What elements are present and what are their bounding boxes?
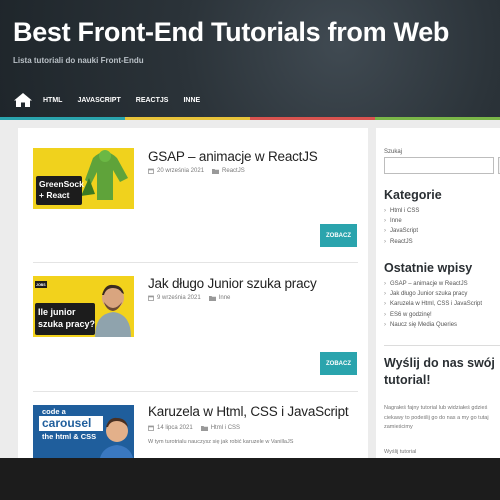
recent-post-link[interactable]: Karuzela w Html, CSS i JavaScript: [384, 301, 482, 311]
recent-posts-list: GSAP – animacje w ReactJS Jak długo Juni…: [384, 281, 482, 332]
category-link[interactable]: Inne: [384, 218, 419, 228]
submit-tutorial-text-line: ciekawy to podeślij go do nas a my go tu…: [384, 414, 489, 421]
category-link[interactable]: JavaScript: [384, 228, 419, 238]
post-thumbnail[interactable]: code a carousel the html & CSS: [33, 405, 134, 458]
recent-posts-title: Ostatnie wpisy: [384, 261, 473, 275]
stripe-segment: [0, 117, 125, 120]
thumb-caption: Ile junior szuka pracy?: [38, 307, 95, 330]
submit-tutorial-title-line: tutorial!: [384, 373, 431, 387]
stripe-segment: [125, 117, 250, 120]
post-date: 9 września 2021: [157, 295, 201, 301]
folder-icon: [200, 426, 208, 431]
post-divider: [33, 391, 358, 392]
post-list: GreenSock + React GSAP – animacje w Reac…: [18, 128, 368, 458]
nav-item-reactjs[interactable]: REACTJS: [136, 97, 169, 104]
sidebar: Szukaj Kategorie Html i CSS Inne JavaScr…: [376, 128, 500, 458]
post-thumbnail[interactable]: JOBS Ile junior szuka pracy?: [33, 276, 134, 337]
thumb-caption-line: szuka pracy?: [38, 318, 96, 329]
search-label: Szukaj: [384, 149, 403, 155]
post-date: 20 września 2021: [157, 168, 205, 174]
calendar-icon: [148, 168, 154, 174]
submit-tutorial-title: Wyślij do nas swój tutorial!: [384, 355, 495, 389]
recent-post-link[interactable]: Naucz się Media Queries: [384, 322, 482, 332]
categories-title: Kategorie: [384, 188, 442, 202]
site-header: Best Front-End Tutorials from Web Lista …: [0, 0, 500, 117]
category-link[interactable]: ReactJS: [384, 239, 419, 249]
submit-tutorial-text-line: Nagrałeś fajny tutorial lub widziałeś gd…: [384, 405, 488, 411]
stripe-segment: [375, 117, 500, 120]
jobs-badge: JOBS: [36, 282, 46, 287]
recent-post-link[interactable]: Jak długo Junior szuka pracy: [384, 291, 482, 301]
post-title[interactable]: GSAP – animacje w ReactJS: [148, 149, 318, 164]
read-more-button[interactable]: ZOBACZ: [320, 352, 357, 375]
post-date: 14 lipca 2021: [157, 425, 193, 431]
sidebar-divider: [384, 345, 500, 346]
post-thumbnail[interactable]: GreenSock + React: [33, 148, 134, 209]
post-title[interactable]: Karuzela w Html, CSS i JavaScript: [148, 404, 349, 419]
calendar-icon: [148, 295, 154, 301]
thumb-caption-line: + React: [39, 189, 70, 200]
home-icon[interactable]: [13, 92, 33, 108]
main-nav: HTML JAVASCRIPT REACTJS INNE: [13, 92, 215, 108]
read-more-button[interactable]: ZOBACZ: [320, 224, 357, 247]
browser-viewport: Best Front-End Tutorials from Web Lista …: [0, 0, 500, 458]
post-meta: 20 września 2021 ReactJS: [148, 168, 245, 174]
post-meta: 14 lipca 2021 Html i CSS: [148, 425, 240, 431]
category-link[interactable]: Html i CSS: [384, 208, 419, 218]
submit-tutorial-label: Wyślij tutorial: [384, 449, 417, 455]
site-title[interactable]: Best Front-End Tutorials from Web: [13, 17, 449, 48]
post-category[interactable]: Inne: [219, 295, 231, 301]
submit-tutorial-text-line: zamieścimy: [384, 424, 413, 430]
search-input[interactable]: [384, 157, 494, 174]
thumb-caption-line: carousel: [42, 416, 92, 430]
thumb-caption-line: GreenSock: [39, 179, 84, 189]
color-stripe: [0, 117, 500, 120]
nav-item-html[interactable]: HTML: [43, 97, 62, 104]
folder-icon: [212, 169, 220, 174]
bottom-bar: [0, 458, 500, 500]
post-category[interactable]: Html i CSS: [211, 425, 240, 431]
thumb-caption: GreenSock + React: [39, 179, 84, 200]
submit-tutorial-title-line: Wyślij do nas swój: [384, 356, 495, 370]
recent-post-link[interactable]: GSAP – animacje w ReactJS: [384, 281, 482, 291]
post-title[interactable]: Jak długo Junior szuka pracy: [148, 276, 317, 291]
site-tagline: Lista tutoriali do nauki Front-Endu: [13, 56, 144, 65]
stripe-segment: [250, 117, 375, 120]
nav-item-javascript[interactable]: JAVASCRIPT: [77, 97, 120, 104]
thumb-caption-line: code a: [42, 407, 66, 416]
thumb-caption-line: the html & CSS: [42, 432, 97, 441]
categories-list: Html i CSS Inne JavaScript ReactJS: [384, 208, 419, 249]
submit-tutorial-text: Nagrałeś fajny tutorial lub widziałeś gd…: [384, 404, 489, 433]
folder-icon: [208, 296, 216, 301]
calendar-icon: [148, 425, 154, 431]
post-meta: 9 września 2021 Inne: [148, 295, 230, 301]
thumb-caption-line: Ile junior: [38, 307, 76, 317]
post-category[interactable]: ReactJS: [222, 168, 245, 174]
post-divider: [33, 262, 358, 263]
recent-post-link[interactable]: ES6 w godzinę!: [384, 312, 482, 322]
nav-item-inne[interactable]: INNE: [183, 97, 200, 104]
post-excerpt: W tym turotrialu nauczysz się jak robić …: [148, 439, 294, 445]
